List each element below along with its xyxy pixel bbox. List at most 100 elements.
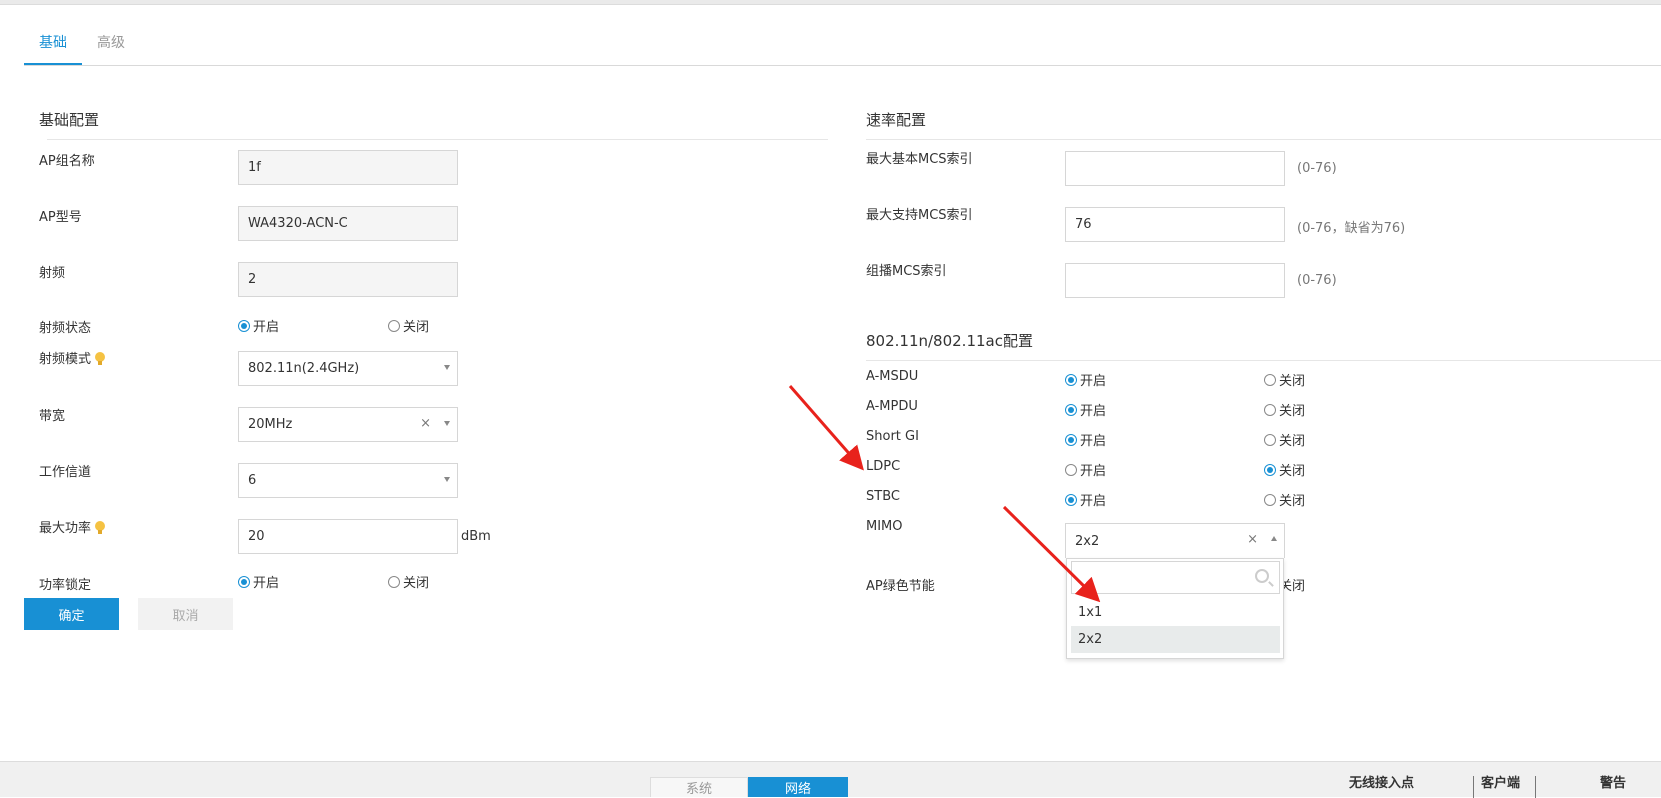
power-lock-off[interactable]: 关闭 (388, 572, 429, 591)
mimo-search-input[interactable] (1071, 561, 1280, 594)
short-gi-on[interactable]: 开启 (1065, 430, 1106, 449)
channel-select[interactable]: 6 (238, 463, 458, 498)
multicast-mcs-label: 组播MCS索引 (866, 264, 947, 279)
max-supported-mcs-hint: (0-76，缺省为76) (1297, 221, 1406, 236)
radio-status-on-circle[interactable] (238, 319, 250, 332)
max-basic-mcs-input[interactable] (1065, 151, 1285, 186)
confirm-button[interactable]: 确定 (24, 598, 119, 630)
top-border (0, 0, 1661, 5)
channel-value: 6 (248, 473, 257, 488)
radio-status-on[interactable]: 开启 (238, 316, 279, 335)
max-power-input[interactable]: 20 (238, 519, 458, 554)
stbc-on-label: 开启 (1080, 494, 1107, 509)
a-msdu-off-circle[interactable] (1264, 373, 1276, 386)
radio-label: 射频 (39, 266, 66, 281)
mimo-dropdown: 1x1 2x2 (1066, 558, 1284, 659)
tab-advanced[interactable]: 高级 (82, 28, 140, 66)
a-mpdu-on[interactable]: 开启 (1065, 400, 1106, 419)
clear-icon[interactable]: × (420, 416, 431, 431)
max-basic-mcs-label: 最大基本MCS索引 (866, 152, 973, 167)
a-msdu-label: A-MSDU (866, 369, 919, 384)
a-msdu-on[interactable]: 开启 (1065, 370, 1106, 389)
power-lock-on[interactable]: 开启 (238, 572, 279, 591)
a-mpdu-off-label: 关闭 (1279, 404, 1306, 419)
warning-link[interactable]: 警告 (1600, 772, 1626, 791)
tab-basic[interactable]: 基础 (24, 28, 82, 66)
a-mpdu-on-circle[interactable] (1065, 403, 1077, 416)
wireless-ap-link[interactable]: 无线接入点 (1349, 772, 1414, 791)
power-lock-on-label: 开启 (253, 576, 280, 591)
ap-group-name-value: 1f (248, 160, 261, 175)
short-gi-on-label: 开启 (1080, 434, 1107, 449)
mimo-select[interactable]: 2x2 × (1065, 523, 1285, 558)
chevron-up-icon (1271, 536, 1277, 541)
bandwidth-select[interactable]: 20MHz × (238, 407, 458, 442)
lightbulb-icon[interactable] (95, 521, 106, 534)
short-gi-off-circle[interactable] (1264, 433, 1276, 446)
mimo-option-2x2[interactable]: 2x2 (1071, 626, 1280, 653)
bandwidth-value: 20MHz (248, 417, 293, 432)
ap-model-label: AP型号 (39, 210, 82, 225)
a-msdu-on-circle[interactable] (1065, 373, 1077, 386)
radio-status-off[interactable]: 关闭 (388, 316, 429, 335)
radio-mode-value: 802.11n(2.4GHz) (248, 361, 360, 376)
separator (1535, 776, 1536, 798)
short-gi-off[interactable]: 关闭 (1264, 430, 1305, 449)
max-power-unit: dBm (461, 529, 491, 544)
power-lock-off-label: 关闭 (403, 576, 430, 591)
tab-bar: 基础 高级 (24, 28, 140, 66)
a-mpdu-off[interactable]: 关闭 (1264, 400, 1305, 419)
radio-mode-label-text: 射频模式 (39, 352, 92, 367)
stbc-on[interactable]: 开启 (1065, 490, 1106, 509)
radio-status-label: 射频状态 (39, 321, 92, 336)
ldpc-label: LDPC (866, 459, 901, 474)
tab-network[interactable]: 网络 (748, 777, 848, 797)
ldpc-on-circle[interactable] (1065, 463, 1077, 476)
radio-input[interactable]: 2 (238, 262, 458, 297)
ldpc-on[interactable]: 开启 (1065, 460, 1106, 479)
max-supported-mcs-input[interactable]: 76 (1065, 207, 1285, 242)
radio-value: 2 (248, 272, 257, 287)
n-ac-config-title: 802.11n/802.11ac配置 (866, 332, 1033, 350)
chevron-down-icon (444, 477, 450, 482)
n-ac-divider (866, 360, 1661, 361)
radio-status-off-circle[interactable] (388, 319, 400, 332)
a-msdu-off-label: 关闭 (1279, 374, 1306, 389)
stbc-off[interactable]: 关闭 (1264, 490, 1305, 509)
cancel-button[interactable]: 取消 (138, 598, 233, 630)
short-gi-on-circle[interactable] (1065, 433, 1077, 446)
max-supported-mcs-value: 76 (1075, 217, 1092, 232)
lightbulb-icon[interactable] (95, 352, 106, 365)
search-icon (1255, 569, 1269, 583)
mimo-option-1x1[interactable]: 1x1 (1071, 599, 1280, 626)
chevron-down-icon (444, 365, 450, 370)
tab-underline (24, 65, 1661, 66)
ldpc-on-label: 开启 (1080, 464, 1107, 479)
power-lock-on-circle[interactable] (238, 575, 250, 588)
client-link[interactable]: 客户端 (1481, 772, 1520, 791)
a-msdu-off[interactable]: 关闭 (1264, 370, 1305, 389)
radio-mode-select[interactable]: 802.11n(2.4GHz) (238, 351, 458, 386)
ap-model-input[interactable]: WA4320-ACN-C (238, 206, 458, 241)
a-msdu-on-label: 开启 (1080, 374, 1107, 389)
a-mpdu-label: A-MPDU (866, 399, 918, 414)
power-lock-off-circle[interactable] (388, 575, 400, 588)
mimo-label: MIMO (866, 519, 903, 534)
max-power-label: 最大功率 (39, 517, 106, 536)
ldpc-off[interactable]: 关闭 (1264, 460, 1305, 479)
a-mpdu-on-label: 开启 (1080, 404, 1107, 419)
a-mpdu-off-circle[interactable] (1264, 403, 1276, 416)
radio-mode-label: 射频模式 (39, 348, 106, 367)
channel-label: 工作信道 (39, 465, 92, 480)
short-gi-label: Short GI (866, 429, 919, 444)
ldpc-off-circle[interactable] (1264, 463, 1276, 476)
ap-group-name-input[interactable]: 1f (238, 150, 458, 185)
stbc-off-circle[interactable] (1264, 493, 1276, 506)
arrow-to-ldpc (788, 385, 864, 471)
max-power-value: 20 (248, 529, 265, 544)
clear-icon[interactable]: × (1247, 532, 1258, 547)
multicast-mcs-input[interactable] (1065, 263, 1285, 298)
tab-system[interactable]: 系统 (650, 777, 748, 797)
stbc-on-circle[interactable] (1065, 493, 1077, 506)
bottom-bar: 系统 网络 无线接入点 客户端 警告 (0, 761, 1661, 798)
